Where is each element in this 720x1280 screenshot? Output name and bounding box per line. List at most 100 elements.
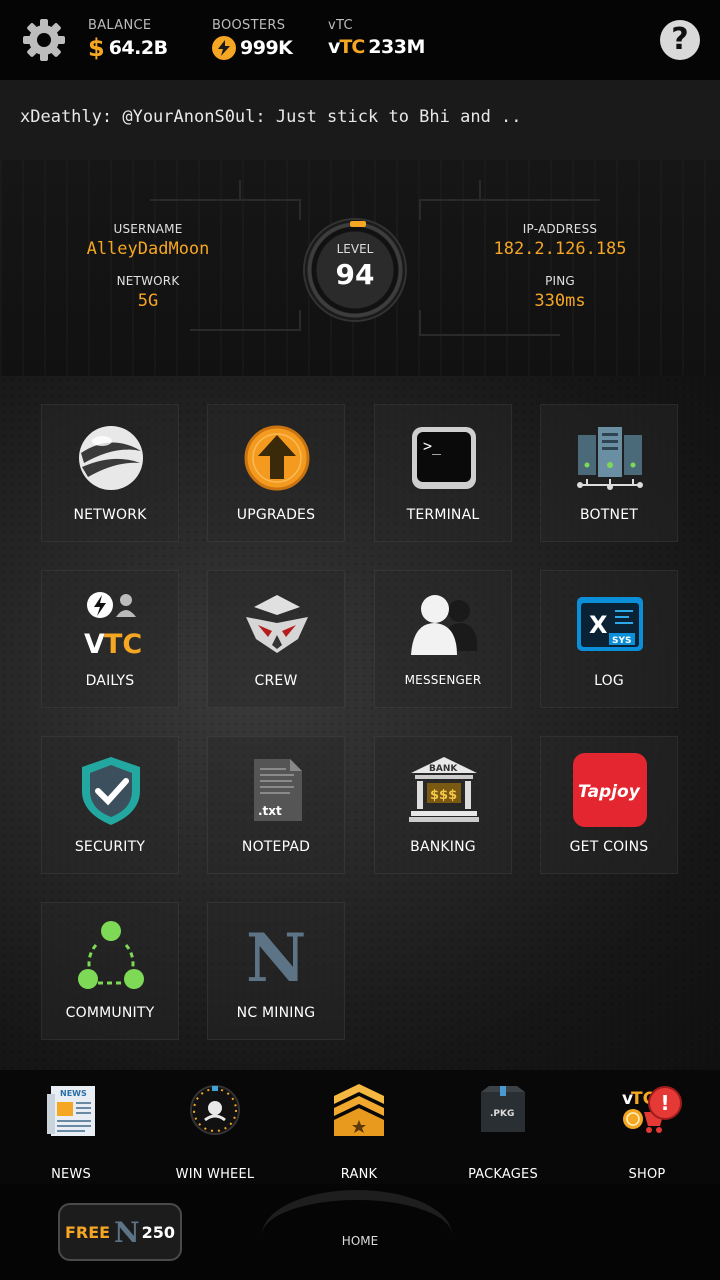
nav-label: PACKAGES xyxy=(468,1167,538,1182)
globe-icon xyxy=(76,423,146,493)
app-terminal[interactable]: >_ TERMINAL xyxy=(374,404,512,542)
app-network[interactable]: NETWORK xyxy=(41,404,179,542)
nc-mining-icon: N xyxy=(242,919,312,997)
app-label: SECURITY xyxy=(74,839,146,855)
nav-label: RANK xyxy=(340,1167,378,1182)
chat-ticker[interactable]: xDeathly: @YourAnonS0ul: Just stick to B… xyxy=(0,80,720,160)
notepad-txt-icon: .txt xyxy=(242,755,312,825)
balance-label: BALANCE xyxy=(88,18,152,33)
shield-check-icon xyxy=(76,755,146,825)
level-label: LEVEL xyxy=(336,242,374,256)
shop-alert-badge: ! xyxy=(648,1086,682,1120)
ip-field: IP-ADDRESS 182.2.126.185 xyxy=(480,222,640,259)
footer: FREE N 250 HOME xyxy=(0,1184,720,1280)
dollar-icon: $ xyxy=(88,34,105,62)
network-field: NETWORK 5G xyxy=(78,274,218,311)
app-label: BANKING xyxy=(410,839,476,855)
app-notepad[interactable]: .txt NOTEPAD xyxy=(207,736,345,874)
ping-label: PING xyxy=(545,274,575,288)
win-wheel-icon xyxy=(189,1084,241,1136)
balance-stat: BALANCE $ 64.2B xyxy=(88,18,168,60)
svg-text:TC: TC xyxy=(104,629,142,659)
username-value: AlleyDadMoon xyxy=(86,239,210,259)
app-log[interactable]: X SYS LOG xyxy=(540,570,678,708)
vtc-stat: vTC vTC 233M xyxy=(328,18,425,58)
tapjoy-icon: Tapjoy xyxy=(573,753,647,827)
app-label: GET COINS xyxy=(569,839,649,855)
balance-value: 64.2B xyxy=(108,37,168,59)
newspaper-icon: NEWS xyxy=(45,1084,97,1136)
app-label: BOTNET xyxy=(580,507,638,523)
app-label: MESSENGER xyxy=(404,673,482,687)
username-label: USERNAME xyxy=(113,222,183,236)
nav-win-wheel[interactable]: WIN WHEEL xyxy=(160,1084,270,1182)
log-sys-icon: X SYS xyxy=(575,589,645,659)
vtc-logo-icon: vTC xyxy=(328,36,365,58)
settings-gear-icon[interactable] xyxy=(20,16,68,64)
nav-label: WIN WHEEL xyxy=(175,1167,255,1182)
dailys-vtc-icon: V TC xyxy=(76,589,146,660)
chat-message: xDeathly: @YourAnonS0ul: Just stick to B… xyxy=(20,107,522,127)
ping-value: 330ms xyxy=(534,291,586,311)
nav-packages[interactable]: .PKG PACKAGES xyxy=(448,1084,558,1182)
bottom-nav: NEWS NEWS WIN WHEEL RANK .PKG PACKAGES v… xyxy=(0,1070,720,1184)
network-value: 5G xyxy=(137,291,159,311)
shop-cart-icon: v TC ! xyxy=(618,1084,682,1136)
messenger-users-icon xyxy=(409,589,479,659)
terminal-icon: >_ xyxy=(409,423,479,493)
home-button[interactable]: HOME xyxy=(310,1234,410,1248)
app-nc-mining[interactable]: N NC MINING xyxy=(207,902,345,1040)
username-field: USERNAME AlleyDadMoon xyxy=(78,222,218,259)
app-dailys[interactable]: V TC DAILYS xyxy=(41,570,179,708)
ping-field: PING 330ms xyxy=(490,274,630,311)
app-label: LOG xyxy=(594,673,624,689)
nav-label: NEWS xyxy=(51,1167,91,1182)
vtc-value: 233M xyxy=(368,36,425,58)
app-messenger[interactable]: MESSENGER xyxy=(374,570,512,708)
help-icon[interactable]: ? xyxy=(660,20,700,60)
app-botnet[interactable]: BOTNET xyxy=(540,404,678,542)
app-label: DAILYS xyxy=(85,673,135,689)
svg-text:$$$: $$$ xyxy=(430,788,457,803)
free-reward-button[interactable]: FREE N 250 xyxy=(58,1203,182,1261)
free-amount: 250 xyxy=(141,1222,176,1242)
svg-text:.PKG: .PKG xyxy=(490,1109,514,1119)
boosters-label: BOOSTERS xyxy=(212,18,286,33)
upgrade-arrow-icon xyxy=(242,423,312,493)
crew-mask-icon xyxy=(242,589,312,659)
app-banking[interactable]: BANK $$$ BANKING xyxy=(374,736,512,874)
ip-value: 182.2.126.185 xyxy=(493,239,627,259)
app-label: NOTEPAD xyxy=(241,839,311,855)
svg-text:N: N xyxy=(246,921,306,991)
svg-text:V: V xyxy=(84,629,105,659)
bank-icon: BANK $$$ xyxy=(409,755,479,825)
app-crew[interactable]: CREW xyxy=(207,570,345,708)
nav-shop[interactable]: v TC ! SHOP xyxy=(592,1084,702,1182)
app-label: TERMINAL xyxy=(406,507,480,523)
app-security[interactable]: SECURITY xyxy=(41,736,179,874)
app-community[interactable]: COMMUNITY xyxy=(41,902,179,1040)
profile-panel: USERNAME AlleyDadMoon NETWORK 5G LEVEL 9… xyxy=(0,160,720,376)
app-get-coins[interactable]: Tapjoy GET COINS xyxy=(540,736,678,874)
booster-bolt-icon xyxy=(212,36,236,60)
ip-label: IP-ADDRESS xyxy=(522,222,598,236)
app-grid: NETWORK UPGRADES >_ TERMINAL BOTNET V TC… xyxy=(0,376,720,1070)
server-rack-icon xyxy=(575,423,645,493)
app-label: NETWORK xyxy=(73,507,147,523)
level-progress-arc xyxy=(350,221,366,227)
vtc-label: vTC xyxy=(328,18,353,33)
nav-rank[interactable]: RANK xyxy=(304,1082,414,1182)
nav-news[interactable]: NEWS NEWS xyxy=(16,1084,126,1182)
svg-text:NEWS: NEWS xyxy=(60,1089,87,1098)
svg-text:X: X xyxy=(589,611,608,639)
rank-chevrons-icon xyxy=(332,1082,386,1138)
app-label: UPGRADES xyxy=(236,507,316,523)
pkg-box-icon: .PKG xyxy=(477,1084,529,1136)
boosters-stat: BOOSTERS 999K xyxy=(212,18,293,60)
level-value: 94 xyxy=(335,258,375,291)
app-upgrades[interactable]: UPGRADES xyxy=(207,404,345,542)
app-label: NC MINING xyxy=(236,1005,316,1021)
top-bar: BALANCE $ 64.2B BOOSTERS 999K vTC vTC 23… xyxy=(0,0,720,80)
app-label: CREW xyxy=(254,673,298,689)
network-label: NETWORK xyxy=(116,274,180,288)
